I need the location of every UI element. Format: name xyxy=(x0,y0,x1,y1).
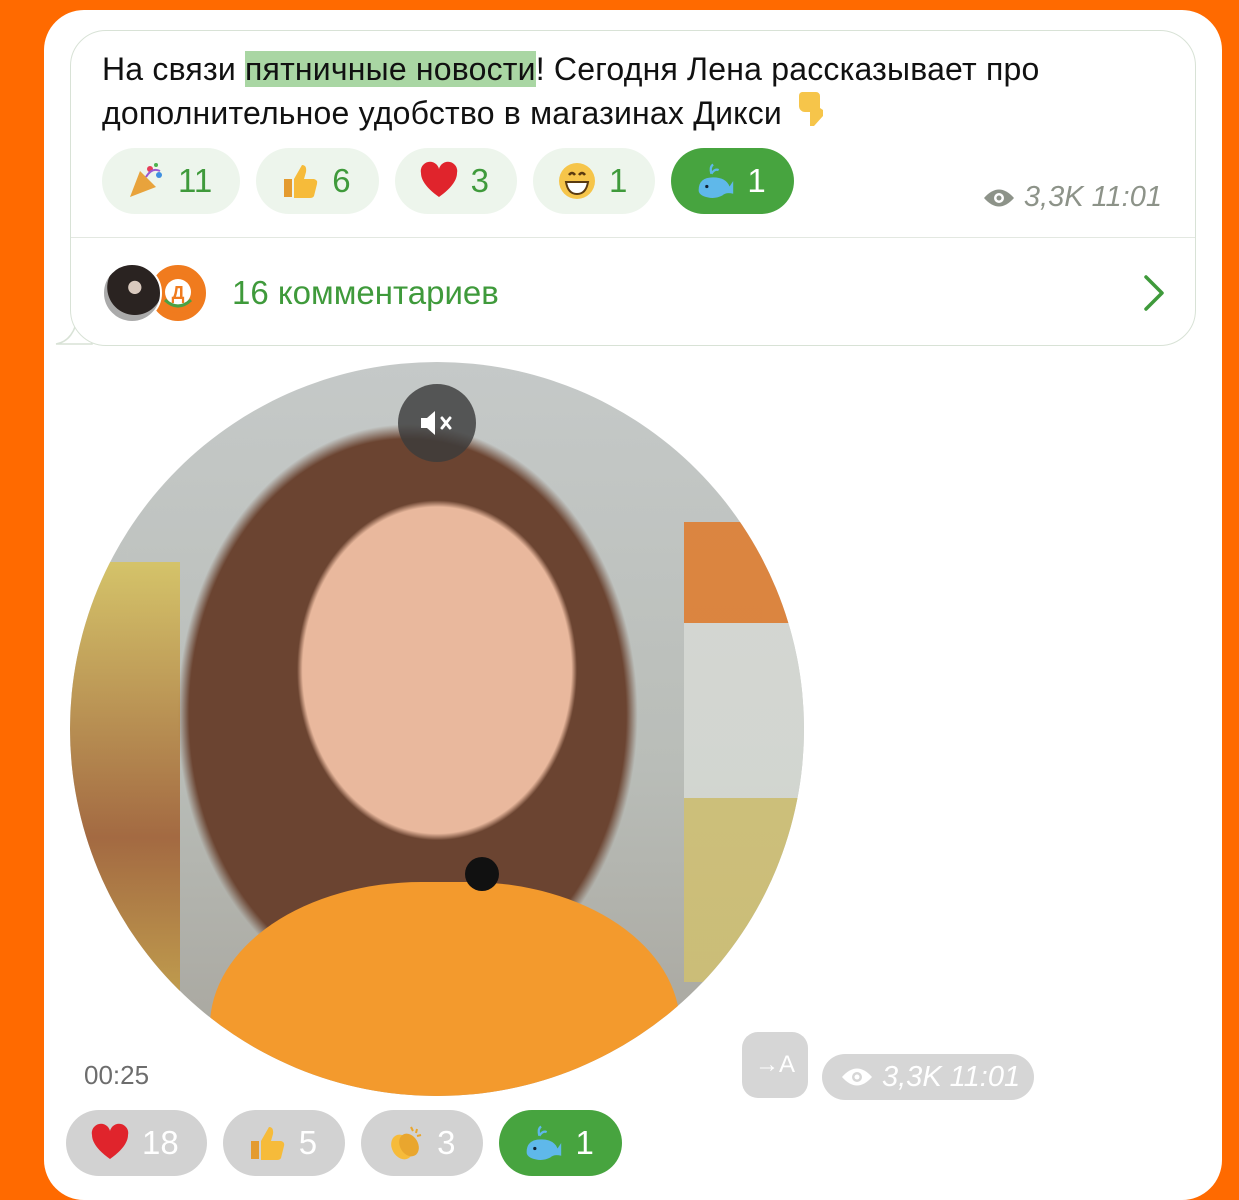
post-time: 11:01 xyxy=(1091,181,1162,213)
heart-icon xyxy=(90,1123,130,1163)
reaction-clap[interactable]: 3 xyxy=(361,1110,484,1176)
reaction-count: 6 xyxy=(332,162,351,199)
comments-label: 16 комментариев xyxy=(232,274,499,311)
reaction-thumbs-up[interactable]: 6 xyxy=(256,148,379,214)
reaction-count: 1 xyxy=(608,162,628,199)
message-bubble: На связи пятничные новости! Сегодня Лена… xyxy=(70,30,1196,346)
microphone xyxy=(465,857,499,891)
reaction-count: 11 xyxy=(178,162,213,199)
divider xyxy=(71,237,1195,238)
thumbs-up-icon xyxy=(247,1123,287,1163)
video-message[interactable] xyxy=(70,362,804,1096)
highlighted-phrase: пятничные новости xyxy=(245,51,536,87)
video-background-shelf xyxy=(684,522,804,982)
message-text-start: На связи xyxy=(102,51,246,87)
avatar xyxy=(102,263,162,323)
reaction-count: 1 xyxy=(575,1124,594,1161)
video-duration: 00:25 xyxy=(84,1060,150,1090)
reaction-heart[interactable]: 3 xyxy=(394,148,517,214)
reaction-count: 3 xyxy=(470,162,489,199)
eye-icon xyxy=(842,1068,872,1086)
chevron-right-icon xyxy=(1144,275,1164,311)
reaction-heart[interactable]: 18 xyxy=(66,1110,207,1176)
translate-button[interactable]: →A xyxy=(742,1032,808,1098)
reaction-count: 18 xyxy=(142,1124,179,1161)
reactions-bar: 11 6 3 1 1 xyxy=(102,148,794,214)
reaction-whale[interactable]: 1 xyxy=(671,148,794,214)
clapping-hands-icon xyxy=(385,1123,425,1163)
video-background-shelf xyxy=(70,562,180,1022)
comments-row[interactable]: Д 16 комментариев xyxy=(102,263,1165,323)
thumbs-up-icon xyxy=(280,161,320,201)
eye-icon xyxy=(983,189,1014,206)
video-subject xyxy=(210,882,680,1096)
views-count: 3,3K xyxy=(1023,181,1084,213)
view-counter: 3,3K 11:01 xyxy=(982,181,1162,214)
reaction-grin[interactable]: 1 xyxy=(532,148,656,214)
views-count: 3,3K xyxy=(882,1060,942,1093)
reaction-whale[interactable]: 1 xyxy=(499,1110,622,1176)
speaker-muted-icon xyxy=(421,411,452,435)
video-reactions-bar: 18 5 3 1 xyxy=(66,1110,622,1176)
mute-button[interactable] xyxy=(398,384,476,462)
reaction-party[interactable]: 11 xyxy=(102,148,241,214)
party-popper-icon xyxy=(126,161,166,201)
reaction-thumbs-up[interactable]: 5 xyxy=(222,1110,346,1176)
avatar-letter: Д xyxy=(172,283,185,303)
whale-icon xyxy=(695,161,735,201)
chat-panel: На связи пятничные новости! Сегодня Лена… xyxy=(44,10,1222,1200)
heart-icon xyxy=(419,161,459,201)
video-view-counter: 3,3K 11:01 xyxy=(822,1054,1035,1100)
reaction-count: 1 xyxy=(747,162,766,199)
grinning-face-icon xyxy=(557,161,597,201)
post-time: 11:01 xyxy=(949,1060,1021,1093)
whale-icon xyxy=(523,1123,563,1163)
pointing-down-icon xyxy=(796,90,826,138)
message-text: На связи пятничные новости! Сегодня Лена… xyxy=(102,48,1172,138)
reaction-count: 3 xyxy=(437,1124,456,1161)
reaction-count: 5 xyxy=(298,1124,318,1161)
